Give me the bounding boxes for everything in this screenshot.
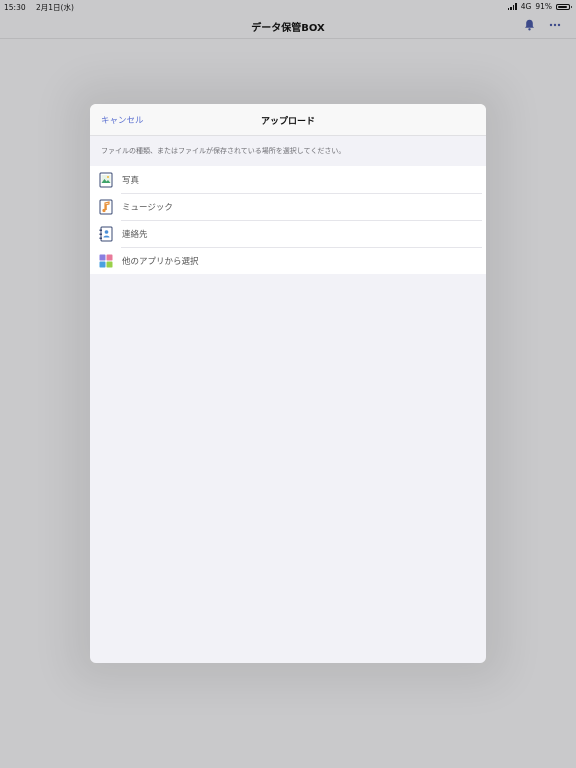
upload-modal: キャンセル アップロード ファイルの種類、またはファイルが保存されている場所を選… (90, 104, 486, 663)
option-photos[interactable]: 写真 (90, 166, 486, 193)
modal-title: アップロード (260, 117, 315, 127)
modal-header: キャンセル アップロード (90, 104, 486, 136)
battery-percent: 91% (535, 2, 552, 11)
network-type: 4G (520, 2, 532, 11)
option-label: 他のアプリから選択 (122, 256, 199, 267)
apps-icon (99, 253, 113, 269)
nav-actions (522, 18, 562, 32)
upload-option-list: 写真 ミュージック 連絡先 他のアプリから選択 (90, 166, 486, 274)
option-contacts[interactable]: 連絡先 (90, 220, 486, 247)
option-music[interactable]: ミュージック (90, 193, 486, 220)
option-label: ミュージック (122, 202, 173, 213)
photo-icon (99, 172, 113, 188)
contacts-icon (99, 226, 113, 242)
status-indicators: 4G 91% (507, 2, 572, 11)
navigation-bar: データ保管BOX (0, 12, 576, 39)
option-other-apps[interactable]: 他のアプリから選択 (90, 247, 486, 274)
bell-icon[interactable] (522, 18, 536, 32)
modal-description: ファイルの種類、またはファイルが保存されている場所を選択してください。 (101, 147, 346, 155)
status-date: 2月1日(水) (36, 3, 74, 12)
music-icon (99, 199, 113, 215)
battery-fill (558, 5, 568, 8)
option-label: 連絡先 (122, 229, 148, 240)
signal-icon (507, 3, 517, 10)
page-title: データ保管BOX (251, 23, 325, 34)
status-bar: 15:30 2月1日(水) 4G 91% (0, 0, 576, 12)
status-time: 15:30 (4, 3, 26, 12)
more-icon[interactable] (548, 18, 562, 32)
option-label: 写真 (122, 175, 140, 186)
battery-icon (556, 3, 572, 10)
